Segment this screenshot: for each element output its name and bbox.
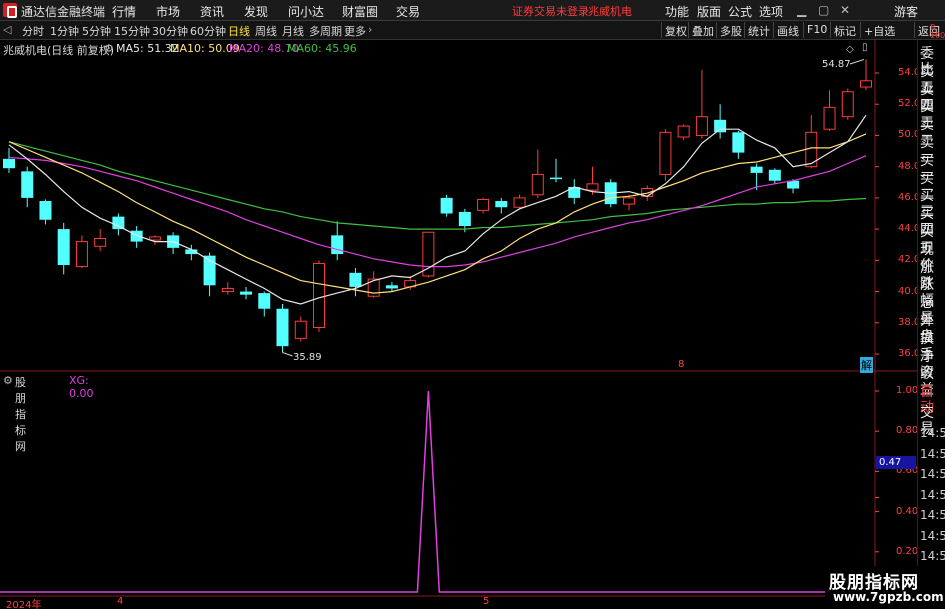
candle-body-up [841,91,854,118]
high-price-annotation: 54.87 [822,59,851,70]
candle-body-up [148,236,161,241]
indicator-title[interactable]: 股朋指标网 [15,374,26,454]
candle-body-down [57,229,70,266]
xg-signal-line [0,390,875,593]
date-year-label: 2024年 [6,600,42,609]
candle-body-up [312,262,325,328]
candle-body-down [39,201,52,220]
candle-body-up [659,131,672,175]
candle-body-up [823,106,836,130]
xg-value-label: XG: 0.00 [69,374,94,400]
candle-body-up [294,320,307,339]
candle-body-down [130,230,143,242]
candle-body-down [258,293,271,309]
date-axis: 2024年 4 5 [0,596,880,609]
candle-body-up [860,80,872,88]
candle-body-down [732,132,745,153]
candle-body-down [112,216,125,230]
candle-body-up [94,237,107,247]
diamond-icon[interactable]: ◇ [846,44,854,55]
trade-time: 14:56 [920,508,945,522]
date-month-label: 5 [483,596,490,607]
candle-body-down [349,272,362,287]
indicator-tick-label: 0.80 [896,425,919,437]
candle-body-down [550,177,563,180]
candle-body-down [3,158,15,169]
candle-body-down [21,171,34,198]
trade-time: 14:56 [920,467,945,481]
candle-body-down [240,291,253,295]
panel-corner-label: B 1000 [930,23,945,40]
candle-body-up [677,125,690,138]
candle-body-up [622,197,635,205]
date-month-label: 4 [117,596,124,607]
candle-body-up [531,173,544,196]
candle-body-down [385,285,398,289]
high-pointer-line [849,58,865,65]
current-value-tag: 0.47 [876,456,916,469]
candle-body-down [331,235,344,255]
candle-body-down [276,308,289,347]
watermark-url: www.7gpzb.com [833,590,944,604]
candle-body-down [440,197,453,214]
trade-time: 14:56 [920,426,945,440]
candle-body-down [495,201,508,208]
watermark: 股朋指标网 www.7gpzb.com [825,566,945,609]
trade-time: 14:56 [920,487,945,502]
candle-body-up [586,183,599,191]
low-price-annotation: 35.89 [293,352,322,363]
jie-badge[interactable]: 解 [860,357,873,373]
candle-body-up [221,287,234,293]
ma10-line [8,133,867,294]
candle-body-up [422,231,435,277]
low-pointer-line [282,351,293,357]
indicator-tick-label: 1.00 [896,385,919,396]
ma60-line [8,141,867,230]
trade-time: 14:56 [920,528,945,543]
ma20-line [8,155,867,268]
candle-body-up [513,197,526,208]
candle-body-up [75,241,88,268]
candle-body-down [714,119,727,133]
marker-label: 8 [678,359,685,370]
candle-body-down [750,166,763,173]
quote-side-panel: 委比 卖五 卖四 卖三 卖二 卖一 买一 买二 买三 买四 买五 现价 涨跌 涨幅 总量 外盘 换手 净资 收益 自动… [917,40,945,609]
trade-time: 14:56 [920,549,945,563]
candle-body-up [695,116,708,136]
kline-chart[interactable] [0,0,945,609]
panel-toggle-icon[interactable]: ▯ [862,42,868,53]
indicator-tick-label: 0.20 [896,545,919,557]
candle-body-down [458,211,471,226]
indicator-gear-icon[interactable]: ⚙ [3,374,13,387]
trade-time: 14:56 [920,446,945,461]
candle-body-down [768,169,781,181]
candle-body-up [477,198,490,211]
indicator-tick-label: 0.40 [896,505,919,517]
